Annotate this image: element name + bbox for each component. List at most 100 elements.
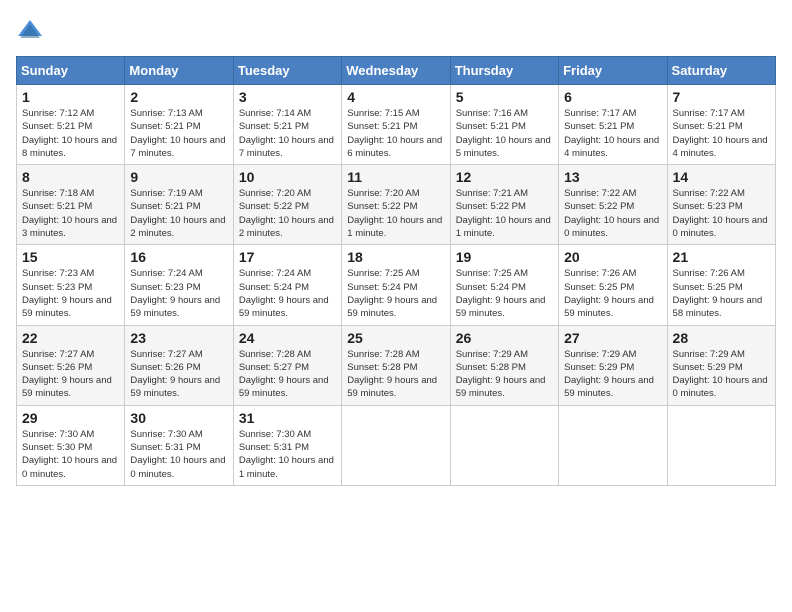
- calendar-week-row: 15 Sunrise: 7:23 AM Sunset: 5:23 PM Dayl…: [17, 245, 776, 325]
- day-info: Sunrise: 7:25 AM Sunset: 5:24 PM Dayligh…: [347, 267, 444, 320]
- daylight-hours: Daylight: 9 hours and 59 minutes.: [456, 295, 546, 319]
- daylight-hours: Daylight: 10 hours and 1 minute.: [456, 215, 551, 239]
- daylight-hours: Daylight: 10 hours and 7 minutes.: [130, 135, 225, 159]
- sunset-time: Sunset: 5:26 PM: [22, 362, 92, 373]
- calendar-cell: 29 Sunrise: 7:30 AM Sunset: 5:30 PM Dayl…: [17, 405, 125, 485]
- column-header-sunday: Sunday: [17, 57, 125, 85]
- daylight-hours: Daylight: 10 hours and 0 minutes.: [673, 375, 768, 399]
- calendar-cell: 23 Sunrise: 7:27 AM Sunset: 5:26 PM Dayl…: [125, 325, 233, 405]
- calendar-cell: 19 Sunrise: 7:25 AM Sunset: 5:24 PM Dayl…: [450, 245, 558, 325]
- day-info: Sunrise: 7:23 AM Sunset: 5:23 PM Dayligh…: [22, 267, 119, 320]
- sunrise-time: Sunrise: 7:14 AM: [239, 108, 311, 119]
- calendar-cell: 26 Sunrise: 7:29 AM Sunset: 5:28 PM Dayl…: [450, 325, 558, 405]
- sunset-time: Sunset: 5:28 PM: [456, 362, 526, 373]
- day-info: Sunrise: 7:22 AM Sunset: 5:23 PM Dayligh…: [673, 187, 770, 240]
- day-number: 11: [347, 169, 444, 185]
- calendar-cell: 17 Sunrise: 7:24 AM Sunset: 5:24 PM Dayl…: [233, 245, 341, 325]
- sunrise-time: Sunrise: 7:19 AM: [130, 188, 202, 199]
- calendar-cell: 30 Sunrise: 7:30 AM Sunset: 5:31 PM Dayl…: [125, 405, 233, 485]
- day-info: Sunrise: 7:13 AM Sunset: 5:21 PM Dayligh…: [130, 107, 227, 160]
- sunrise-time: Sunrise: 7:27 AM: [22, 349, 94, 360]
- day-number: 10: [239, 169, 336, 185]
- day-number: 28: [673, 330, 770, 346]
- sunrise-time: Sunrise: 7:30 AM: [239, 429, 311, 440]
- day-info: Sunrise: 7:28 AM Sunset: 5:27 PM Dayligh…: [239, 348, 336, 401]
- sunset-time: Sunset: 5:24 PM: [239, 282, 309, 293]
- sunset-time: Sunset: 5:31 PM: [239, 442, 309, 453]
- daylight-hours: Daylight: 9 hours and 59 minutes.: [347, 375, 437, 399]
- calendar-cell: 18 Sunrise: 7:25 AM Sunset: 5:24 PM Dayl…: [342, 245, 450, 325]
- day-info: Sunrise: 7:25 AM Sunset: 5:24 PM Dayligh…: [456, 267, 553, 320]
- sunrise-time: Sunrise: 7:29 AM: [456, 349, 528, 360]
- daylight-hours: Daylight: 10 hours and 7 minutes.: [239, 135, 334, 159]
- day-number: 18: [347, 249, 444, 265]
- sunrise-time: Sunrise: 7:29 AM: [673, 349, 745, 360]
- calendar-cell: 22 Sunrise: 7:27 AM Sunset: 5:26 PM Dayl…: [17, 325, 125, 405]
- daylight-hours: Daylight: 9 hours and 59 minutes.: [564, 375, 654, 399]
- daylight-hours: Daylight: 9 hours and 59 minutes.: [22, 295, 112, 319]
- day-number: 8: [22, 169, 119, 185]
- sunrise-time: Sunrise: 7:27 AM: [130, 349, 202, 360]
- daylight-hours: Daylight: 10 hours and 0 minutes.: [673, 215, 768, 239]
- calendar-cell: 24 Sunrise: 7:28 AM Sunset: 5:27 PM Dayl…: [233, 325, 341, 405]
- day-info: Sunrise: 7:14 AM Sunset: 5:21 PM Dayligh…: [239, 107, 336, 160]
- sunrise-time: Sunrise: 7:25 AM: [347, 268, 419, 279]
- calendar-cell: [342, 405, 450, 485]
- sunset-time: Sunset: 5:21 PM: [347, 121, 417, 132]
- sunrise-time: Sunrise: 7:20 AM: [347, 188, 419, 199]
- day-info: Sunrise: 7:29 AM Sunset: 5:29 PM Dayligh…: [673, 348, 770, 401]
- calendar-cell: 13 Sunrise: 7:22 AM Sunset: 5:22 PM Dayl…: [559, 165, 667, 245]
- day-info: Sunrise: 7:26 AM Sunset: 5:25 PM Dayligh…: [564, 267, 661, 320]
- day-info: Sunrise: 7:29 AM Sunset: 5:29 PM Dayligh…: [564, 348, 661, 401]
- sunset-time: Sunset: 5:23 PM: [130, 282, 200, 293]
- day-number: 20: [564, 249, 661, 265]
- sunrise-time: Sunrise: 7:21 AM: [456, 188, 528, 199]
- daylight-hours: Daylight: 10 hours and 0 minutes.: [130, 455, 225, 479]
- calendar-cell: [667, 405, 775, 485]
- day-info: Sunrise: 7:21 AM Sunset: 5:22 PM Dayligh…: [456, 187, 553, 240]
- day-number: 3: [239, 89, 336, 105]
- sunrise-time: Sunrise: 7:13 AM: [130, 108, 202, 119]
- day-number: 15: [22, 249, 119, 265]
- day-number: 14: [673, 169, 770, 185]
- calendar-cell: 14 Sunrise: 7:22 AM Sunset: 5:23 PM Dayl…: [667, 165, 775, 245]
- daylight-hours: Daylight: 10 hours and 5 minutes.: [456, 135, 551, 159]
- column-header-monday: Monday: [125, 57, 233, 85]
- sunset-time: Sunset: 5:21 PM: [130, 121, 200, 132]
- sunset-time: Sunset: 5:23 PM: [673, 201, 743, 212]
- page-header: [16, 16, 776, 44]
- sunset-time: Sunset: 5:25 PM: [564, 282, 634, 293]
- calendar-week-row: 29 Sunrise: 7:30 AM Sunset: 5:30 PM Dayl…: [17, 405, 776, 485]
- day-info: Sunrise: 7:24 AM Sunset: 5:23 PM Dayligh…: [130, 267, 227, 320]
- sunset-time: Sunset: 5:23 PM: [22, 282, 92, 293]
- day-info: Sunrise: 7:24 AM Sunset: 5:24 PM Dayligh…: [239, 267, 336, 320]
- day-info: Sunrise: 7:20 AM Sunset: 5:22 PM Dayligh…: [239, 187, 336, 240]
- day-number: 27: [564, 330, 661, 346]
- sunset-time: Sunset: 5:22 PM: [239, 201, 309, 212]
- sunrise-time: Sunrise: 7:17 AM: [564, 108, 636, 119]
- daylight-hours: Daylight: 10 hours and 1 minute.: [239, 455, 334, 479]
- day-number: 7: [673, 89, 770, 105]
- day-info: Sunrise: 7:27 AM Sunset: 5:26 PM Dayligh…: [22, 348, 119, 401]
- calendar-cell: 2 Sunrise: 7:13 AM Sunset: 5:21 PM Dayli…: [125, 85, 233, 165]
- daylight-hours: Daylight: 10 hours and 2 minutes.: [130, 215, 225, 239]
- sunset-time: Sunset: 5:21 PM: [564, 121, 634, 132]
- day-info: Sunrise: 7:22 AM Sunset: 5:22 PM Dayligh…: [564, 187, 661, 240]
- calendar-cell: 28 Sunrise: 7:29 AM Sunset: 5:29 PM Dayl…: [667, 325, 775, 405]
- day-info: Sunrise: 7:30 AM Sunset: 5:30 PM Dayligh…: [22, 428, 119, 481]
- sunset-time: Sunset: 5:27 PM: [239, 362, 309, 373]
- sunrise-time: Sunrise: 7:22 AM: [673, 188, 745, 199]
- calendar-cell: 16 Sunrise: 7:24 AM Sunset: 5:23 PM Dayl…: [125, 245, 233, 325]
- logo: [16, 16, 46, 44]
- sunrise-time: Sunrise: 7:29 AM: [564, 349, 636, 360]
- day-number: 6: [564, 89, 661, 105]
- day-info: Sunrise: 7:28 AM Sunset: 5:28 PM Dayligh…: [347, 348, 444, 401]
- calendar-cell: 25 Sunrise: 7:28 AM Sunset: 5:28 PM Dayl…: [342, 325, 450, 405]
- day-number: 4: [347, 89, 444, 105]
- sunset-time: Sunset: 5:31 PM: [130, 442, 200, 453]
- calendar-cell: 10 Sunrise: 7:20 AM Sunset: 5:22 PM Dayl…: [233, 165, 341, 245]
- sunset-time: Sunset: 5:22 PM: [347, 201, 417, 212]
- sunrise-time: Sunrise: 7:24 AM: [130, 268, 202, 279]
- calendar-cell: 27 Sunrise: 7:29 AM Sunset: 5:29 PM Dayl…: [559, 325, 667, 405]
- day-number: 16: [130, 249, 227, 265]
